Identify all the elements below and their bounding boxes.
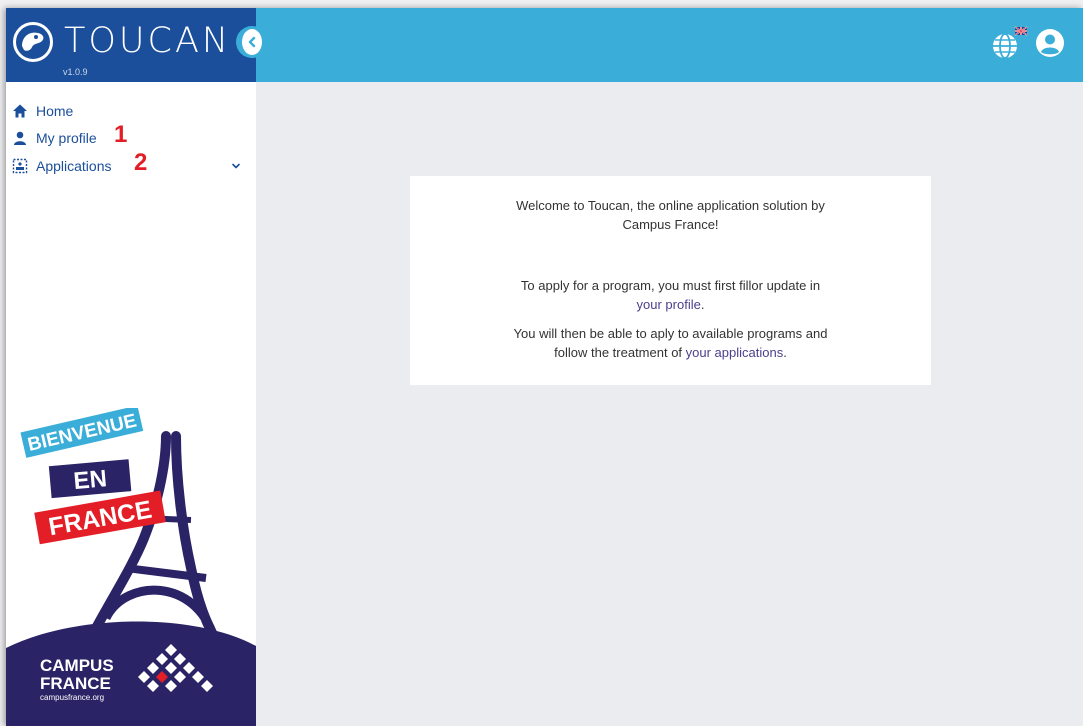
sidebar-item-my-profile[interactable]: My profile 1	[6, 121, 256, 152]
promo-line-2: EN	[72, 465, 108, 495]
sidebar-item-applications[interactable]: Applications 2	[6, 149, 256, 180]
sidebar-item-label: Home	[36, 103, 74, 119]
apply-instruction: To apply for a program, you must first f…	[520, 278, 821, 293]
promo-line-1: BIENVENUE	[26, 410, 139, 455]
language-globe-icon[interactable]	[989, 24, 1029, 64]
uk-flag-icon	[1014, 26, 1028, 36]
period-text: .	[700, 297, 705, 312]
sidebar: Home My profile 1 Applications 2 BIENVEN…	[6, 82, 256, 726]
toucan-logo-icon	[13, 22, 53, 62]
user-account-icon[interactable]	[1035, 28, 1065, 58]
sidebar-item-home[interactable]: Home	[6, 97, 256, 125]
then-instruction: You will then be able to aply to availab…	[513, 326, 828, 341]
your-profile-link[interactable]: your profile	[637, 297, 701, 312]
app-version: v1.0.9	[63, 67, 88, 77]
chevron-down-icon[interactable]	[230, 160, 242, 172]
brand-area[interactable]: TOUCAN v1.0.9	[6, 8, 256, 82]
applications-icon	[12, 158, 28, 174]
home-icon	[13, 104, 27, 118]
sidebar-item-label: My profile	[36, 130, 97, 146]
annotation-marker: 2	[134, 149, 148, 176]
person-icon	[14, 131, 26, 145]
app-name: TOUCAN	[64, 21, 232, 61]
top-bar: TOUCAN v1.0.9	[6, 8, 1083, 82]
sidebar-item-label: Applications	[36, 158, 112, 174]
welcome-line-2: Campus France!	[622, 217, 719, 232]
annotation-marker: 1	[114, 121, 128, 148]
campus-france-logo-line2: FRANCE	[40, 674, 111, 693]
chevron-left-icon	[242, 29, 262, 55]
campus-france-logo-url: campusfrance.org	[40, 693, 104, 702]
your-applications-link[interactable]: your applications	[686, 345, 784, 360]
welcome-card: Welcome to Toucan, the online applicatio…	[410, 176, 931, 385]
follow-text: follow the treatment of	[554, 345, 686, 360]
welcome-line-1: Welcome to Toucan, the online applicatio…	[516, 198, 825, 213]
collapse-sidebar-button[interactable]	[236, 26, 268, 58]
bienvenue-en-france-illustration: BIENVENUE EN FRANCE CAMPUS FRANCE campus…	[6, 408, 256, 726]
period-text: .	[783, 345, 787, 360]
app-window: TOUCAN v1.0.9 Home My profile 1 Applicat…	[6, 8, 1083, 726]
campus-france-logo-line1: CAMPUS	[40, 656, 114, 675]
